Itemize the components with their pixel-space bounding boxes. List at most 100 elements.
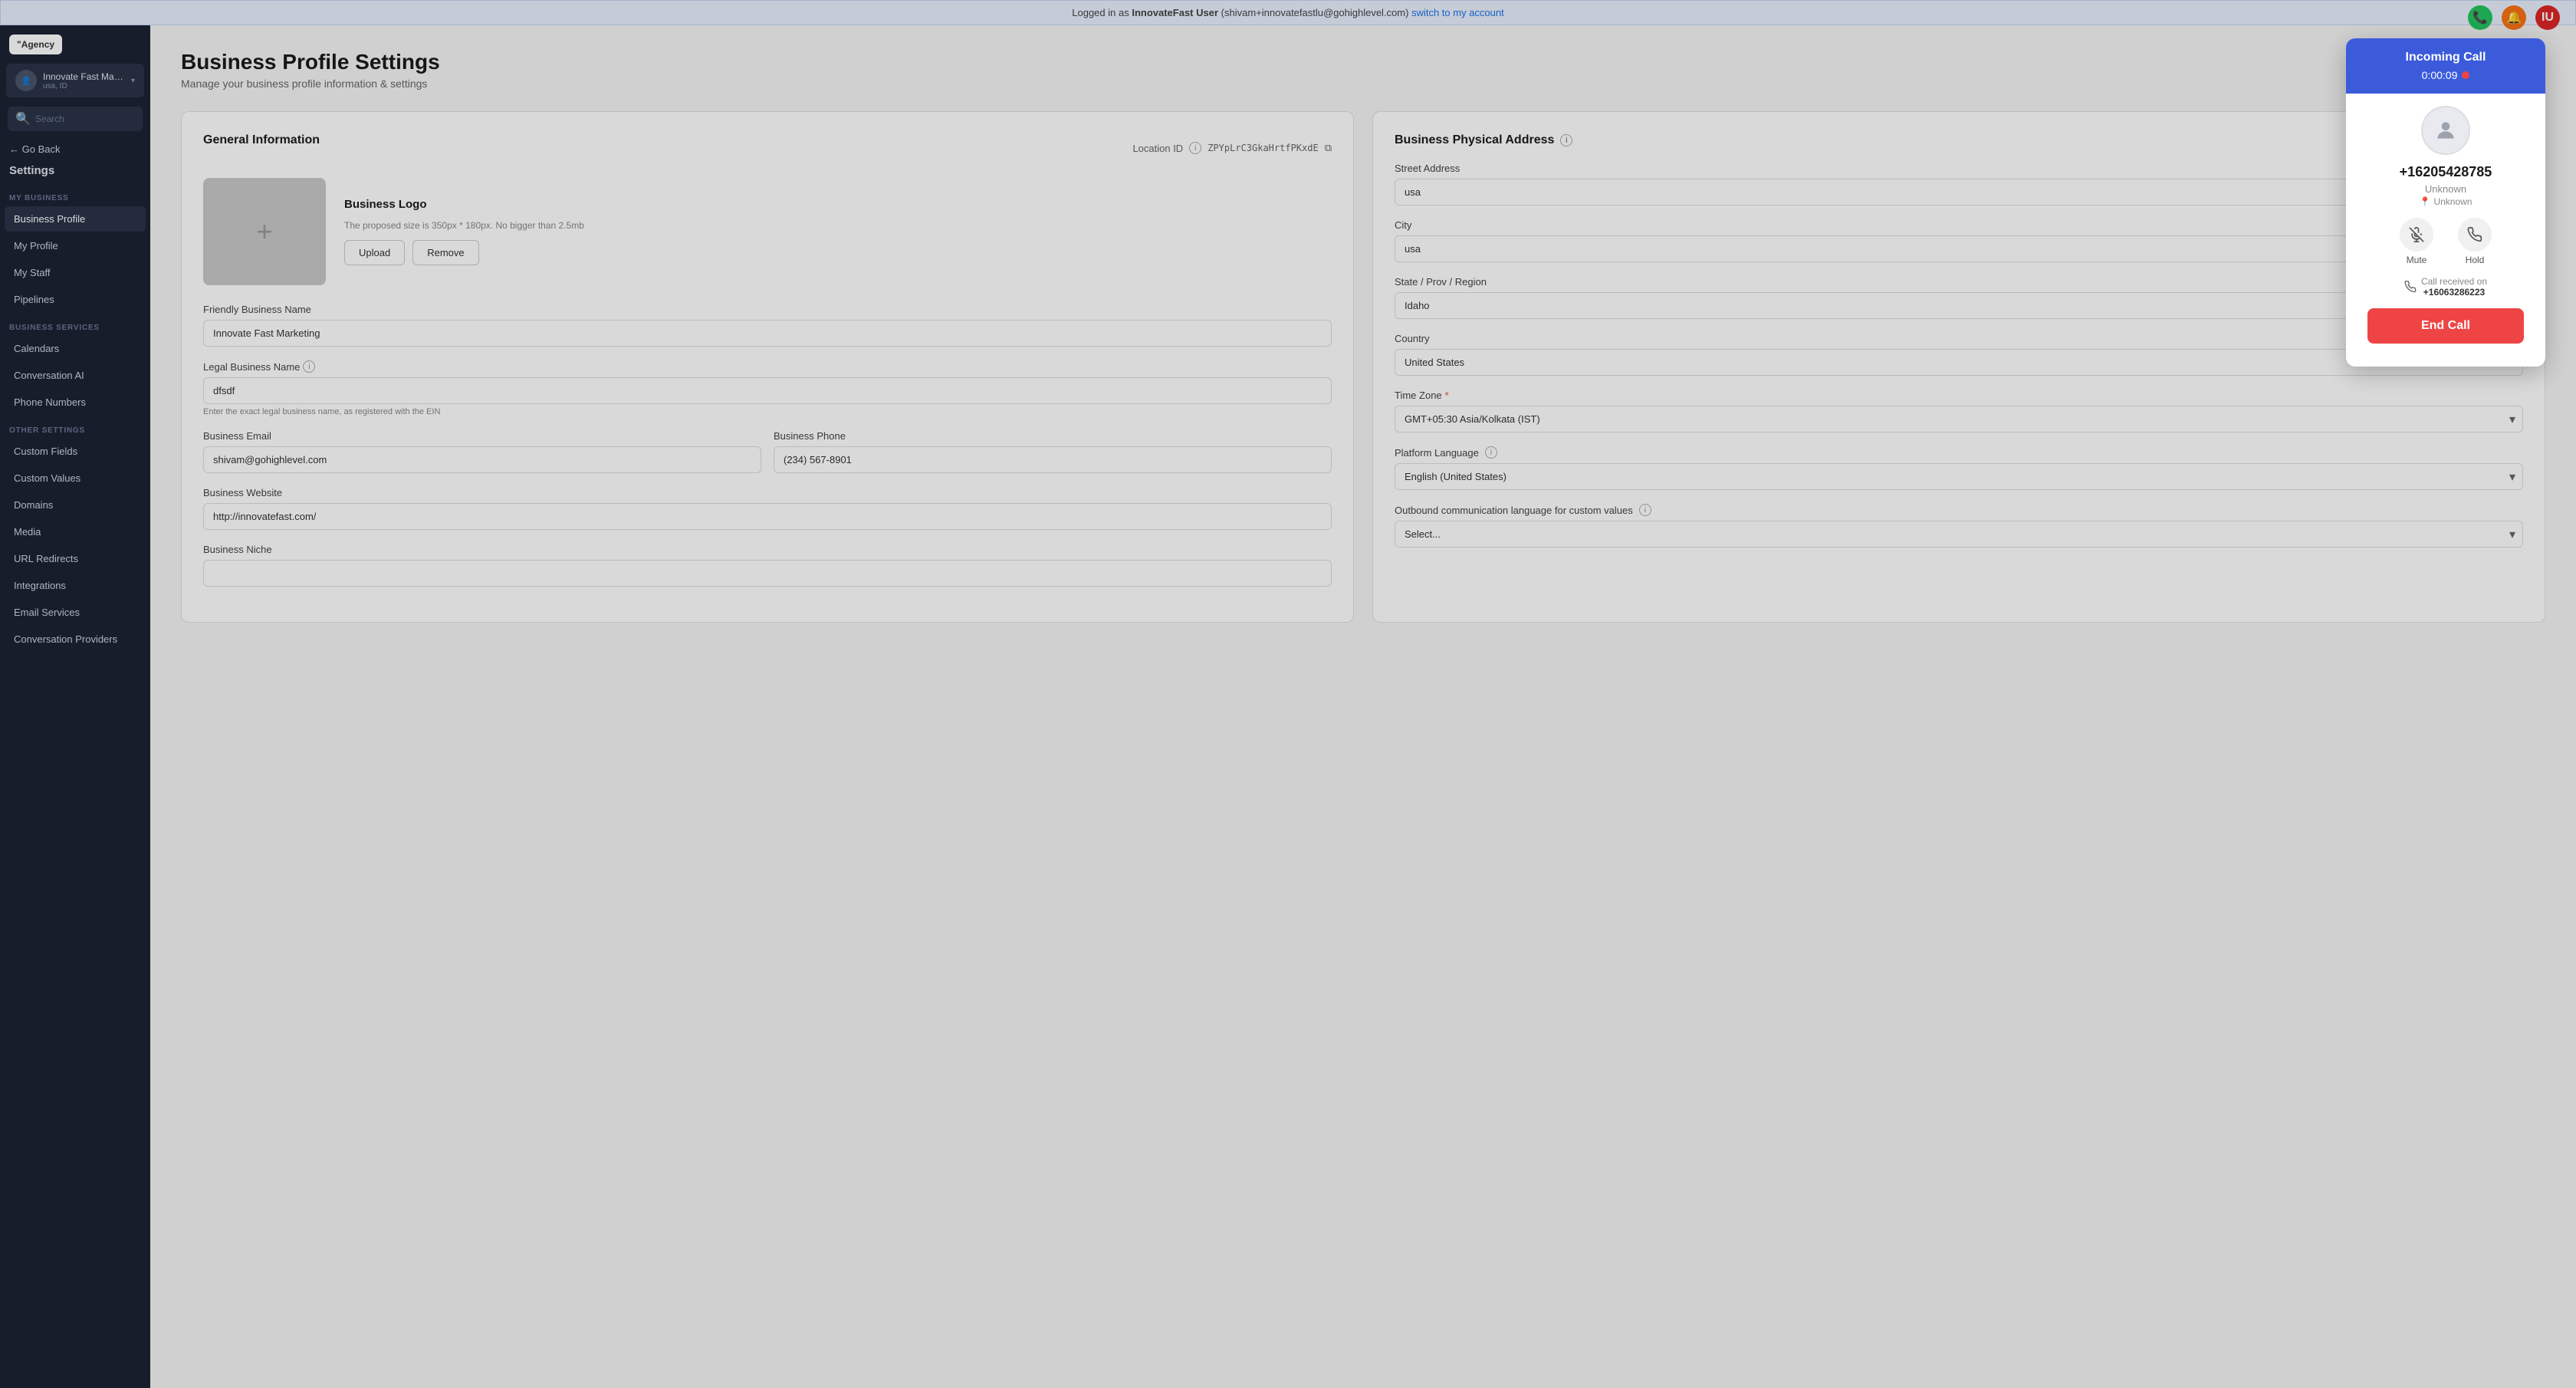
caller-name: Unknown [2358,183,2533,195]
copy-icon[interactable]: ⧉ [1325,142,1332,154]
friendly-name-input[interactable] [203,320,1332,347]
end-call-button[interactable]: End Call [2367,308,2524,344]
sidebar-item-my-staff[interactable]: My Staff [5,260,146,285]
location-id-row: Location ID i ZPYpLrC3GkaHrtfPKxdE ⧉ [1132,142,1332,154]
sidebar: "Agency 👤 Innovate Fast Marke... usa, ID… [0,25,150,1388]
sidebar-item-custom-fields[interactable]: Custom Fields [5,439,146,464]
hold-label: Hold [2466,255,2485,265]
top-banner: Logged in as InnovateFast User (shivam+i… [0,0,2576,25]
sidebar-item-label: URL Redirects [14,553,78,564]
sidebar-logo-area: "Agency [0,25,150,61]
sidebar-item-business-profile[interactable]: Business Profile [5,206,146,232]
sidebar-item-phone-numbers[interactable]: Phone Numbers [5,390,146,415]
caller-avatar [2421,106,2470,155]
top-right-icons: 📞 🔔 IU [2468,5,2560,30]
sidebar-item-conversation-providers[interactable]: Conversation Providers [5,627,146,652]
email-phone-row: Business Email Business Phone [203,430,1332,487]
upload-button[interactable]: Upload [344,240,405,265]
banner-text-prefix: Logged in as [1072,7,1129,18]
timezone-label: Time Zone * [1395,390,2523,401]
sidebar-item-integrations[interactable]: Integrations [5,573,146,598]
page-subtitle: Manage your business profile information… [181,77,2545,90]
sidebar-item-conversation-ai[interactable]: Conversation AI [5,363,146,388]
logo-buttons: Upload Remove [344,240,584,265]
sidebar-item-url-redirects[interactable]: URL Redirects [5,546,146,571]
remove-button[interactable]: Remove [412,240,478,265]
friendly-name-label: Friendly Business Name [203,304,1332,315]
platform-lang-select[interactable]: English (United States) [1395,463,2523,490]
location-id-label: Location ID [1132,143,1183,154]
mute-button[interactable]: Mute [2400,218,2433,265]
email-input[interactable] [203,446,761,473]
banner-user-label: InnovateFast User [1132,7,1218,18]
caller-location-text: Unknown [2433,196,2472,207]
incoming-call-popup: Incoming Call 0:00:09 +16205428785 Unkno… [2346,38,2545,367]
platform-lang-group: Platform Language i English (United Stat… [1395,446,2523,490]
banner-email: (shivam+innovatefastlu@gohighlevel.com) [1221,7,1409,18]
caller-number: +16205428785 [2358,164,2533,180]
sidebar-account-switcher[interactable]: 👤 Innovate Fast Marke... usa, ID ▾ [6,64,144,97]
avatar-icon-btn[interactable]: IU [2535,5,2560,30]
other-settings-section-label: OTHER SETTINGS [0,416,150,438]
sidebar-item-media[interactable]: Media [5,519,146,544]
mute-icon [2400,218,2433,252]
sidebar-item-label: Business Profile [14,213,85,225]
outbound-lang-select[interactable]: Select... [1395,521,2523,548]
call-timer-dot [2462,71,2469,79]
call-popup-body: +16205428785 Unknown 📍 Unknown Mute [2346,94,2545,367]
call-received-label: Call received on [2421,276,2487,287]
main-content: Business Profile Settings Manage your bu… [150,25,2576,1388]
main-layout: "Agency 👤 Innovate Fast Marke... usa, ID… [0,25,2576,1388]
mute-label: Mute [2407,255,2427,265]
hold-button[interactable]: Hold [2458,218,2492,265]
sidebar-item-label: My Profile [14,240,58,252]
sidebar-item-my-profile[interactable]: My Profile [5,233,146,258]
website-label: Business Website [203,487,1332,498]
outbound-lang-info-icon: i [1639,504,1651,516]
general-info-card: General Information Location ID i ZPYpLr… [181,111,1354,623]
call-received-info: Call received on +16063286223 [2358,276,2533,298]
sidebar-item-label: Email Services [14,607,80,618]
legal-name-group: Legal Business Name i Enter the exact le… [203,360,1332,416]
phone-icon-btn[interactable]: 📞 [2468,5,2492,30]
platform-lang-label: Platform Language i [1395,446,2523,459]
sidebar-item-email-services[interactable]: Email Services [5,600,146,625]
search-input[interactable] [35,113,150,124]
sidebar-item-label: Conversation Providers [14,633,117,645]
platform-lang-info-icon: i [1485,446,1497,459]
sidebar-item-calendars[interactable]: Calendars [5,336,146,361]
outbound-lang-label: Outbound communication language for cust… [1395,504,2523,516]
sidebar-item-label: Media [14,526,41,538]
timezone-select-wrapper: GMT+05:30 Asia/Kolkata (IST) [1395,406,2523,433]
call-popup-timer: 0:00:09 [2358,69,2533,81]
logo-info: Business Logo The proposed size is 350px… [344,178,584,285]
timezone-select[interactable]: GMT+05:30 Asia/Kolkata (IST) [1395,406,2523,433]
phone-input[interactable] [774,446,1332,473]
sidebar-item-pipelines[interactable]: Pipelines [5,287,146,312]
sidebar-item-domains[interactable]: Domains [5,492,146,518]
banner-switch-link[interactable]: switch to my account [1411,7,1504,18]
call-received-text: Call received on +16063286223 [2421,276,2487,298]
caller-location: 📍 Unknown [2358,196,2533,207]
legal-name-label: Legal Business Name i [203,360,1332,373]
logo-desc: The proposed size is 350px * 180px. No b… [344,220,584,231]
website-group: Business Website [203,487,1332,530]
sidebar-item-custom-values[interactable]: Custom Values [5,465,146,491]
address-info-icon: i [1560,134,1572,146]
niche-input[interactable] [203,560,1332,587]
bell-icon-btn[interactable]: 🔔 [2502,5,2526,30]
sidebar-item-label: Phone Numbers [14,396,86,408]
legal-name-info-icon: i [303,360,315,373]
hold-icon [2458,218,2492,252]
email-group: Business Email [203,430,761,473]
outbound-lang-group: Outbound communication language for cust… [1395,504,2523,548]
page-title: Business Profile Settings [181,50,2545,74]
legal-name-input[interactable] [203,377,1332,404]
call-timer-value: 0:00:09 [2422,69,2458,81]
go-back-button[interactable]: ← Go Back [0,137,150,161]
settings-heading: Settings [0,161,150,183]
phone-group: Business Phone [774,430,1332,473]
sidebar-search-area[interactable]: 🔍 ⌘K ⚡ [8,107,143,131]
email-label: Business Email [203,430,761,442]
website-input[interactable] [203,503,1332,530]
